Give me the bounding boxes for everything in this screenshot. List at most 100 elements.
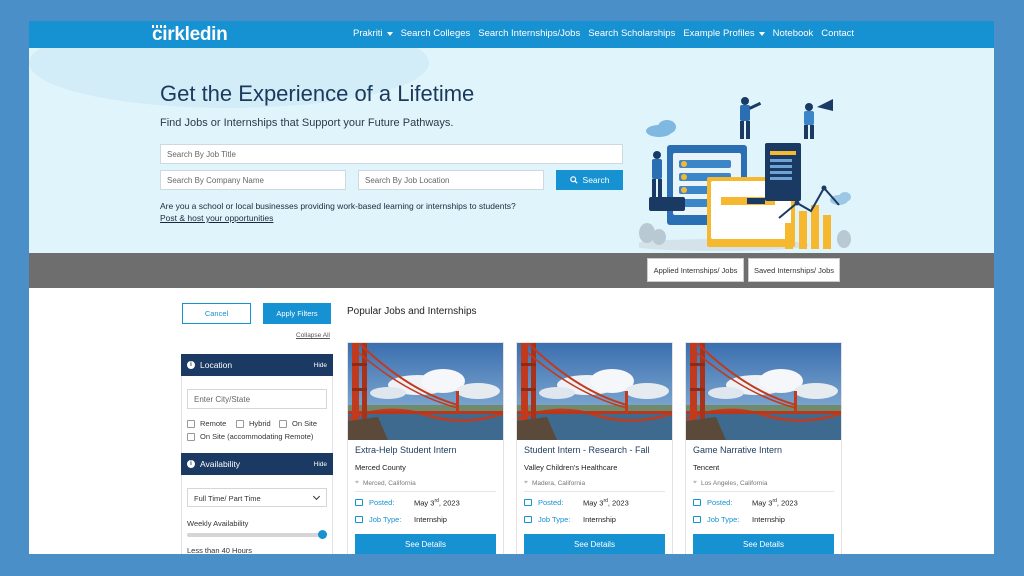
caret-down-icon — [386, 31, 393, 36]
posted-date: May 3rd, 2023 — [414, 498, 460, 508]
posted-label-text: Posted: — [707, 498, 733, 507]
nav-item-example-profiles[interactable]: Example Profiles — [683, 28, 765, 39]
checkbox-box — [187, 432, 195, 441]
nav-links: Prakriti Search Colleges Search Internsh… — [353, 28, 862, 39]
remote-checkbox[interactable]: Remote — [187, 419, 226, 428]
company-name: Valley Children's Healthcare — [524, 463, 618, 472]
job-type-value: Internship — [752, 515, 785, 524]
nav-label: Example Profiles — [683, 28, 755, 39]
nav-label: Search Scholarships — [588, 28, 676, 39]
availability-filter-header[interactable]: i Availability Hide — [181, 453, 333, 475]
nav-item-search-internships[interactable]: Search Internships/Jobs — [478, 28, 580, 39]
location-filter-header[interactable]: i Location Hide — [181, 354, 333, 376]
on-site-remote-checkbox[interactable]: On Site (accommodating Remote) — [187, 432, 313, 441]
posted-date-year: , 2023 — [776, 498, 798, 508]
info-icon: i — [187, 460, 195, 468]
slider-handle[interactable] — [318, 530, 327, 539]
job-type-label: Job Type: — [524, 515, 570, 524]
briefcase-icon — [524, 516, 532, 523]
saved-jobs-button[interactable]: Saved Internships/ Jobs — [748, 258, 840, 282]
job-type-label-text: Job Type: — [538, 515, 571, 524]
location-pin-icon: ⌖ — [693, 479, 697, 486]
availability-hide-toggle[interactable]: Hide — [314, 461, 327, 468]
hours-label: Less than 40 Hours — [187, 546, 253, 554]
job-location: ⌖ Merced, California — [355, 479, 416, 487]
job-title[interactable]: Extra-Help Student Intern — [355, 445, 457, 455]
posted-label: Posted: — [355, 498, 394, 507]
job-card[interactable]: Student Intern - Research - Fall Valley … — [516, 342, 673, 554]
post-opportunities-link[interactable]: Post & host your opportunities — [160, 213, 273, 223]
city-state-input[interactable]: Enter City/State — [187, 389, 327, 409]
job-card[interactable]: Extra-Help Student Intern Merced County … — [347, 342, 504, 554]
info-icon: i — [187, 361, 195, 369]
action-bar: Applied Internships/ Jobs Saved Internsh… — [29, 253, 994, 288]
posted-label-text: Posted: — [369, 498, 395, 507]
hero-title: Get the Experience of a Lifetime — [160, 81, 475, 106]
nav-item-search-scholarships[interactable]: Search Scholarships — [588, 28, 675, 39]
logo[interactable]: cirkledin — [152, 24, 228, 46]
weekly-availability-slider[interactable] — [187, 533, 325, 537]
chevron-down-icon — [312, 492, 321, 501]
job-type-label: Job Type: — [355, 515, 401, 524]
see-details-button[interactable]: See Details — [524, 534, 665, 554]
weekly-availability-label: Weekly Availability — [187, 519, 249, 528]
company-search-input[interactable]: Search By Company Name — [160, 170, 346, 190]
location-search-input[interactable]: Search By Job Location — [358, 170, 544, 190]
job-type-label: Job Type: — [693, 515, 739, 524]
hero-illustration — [639, 97, 851, 251]
search-icon — [569, 176, 578, 184]
availability-filter-title: Availability — [200, 459, 241, 469]
job-card-photo — [686, 343, 841, 440]
posted-label: Posted: — [693, 498, 732, 507]
see-details-button[interactable]: See Details — [693, 534, 834, 554]
job-card[interactable]: Game Narrative Intern Tencent ⌖ Los Angel… — [685, 342, 842, 554]
nav-label: Search Colleges — [400, 28, 471, 39]
posted-date: May 3rd, 2023 — [752, 498, 798, 508]
cancel-button[interactable]: Cancel — [182, 303, 251, 324]
popular-section-title: Popular Jobs and Internships — [347, 306, 477, 317]
search-button-label: Search — [582, 175, 610, 185]
card-divider — [524, 491, 665, 492]
card-divider — [355, 491, 496, 492]
location-pin-icon: ⌖ — [355, 479, 359, 486]
location-filter-title: Location — [200, 360, 233, 370]
checkbox-label: Remote — [200, 419, 227, 428]
job-type-label-text: Job Type: — [369, 515, 402, 524]
apply-filters-button[interactable]: Apply Filters — [263, 303, 331, 324]
posted-date: May 3rd, 2023 — [583, 498, 629, 508]
briefcase-icon — [693, 516, 701, 523]
availability-select[interactable]: Full Time/ Part Time — [187, 488, 327, 507]
golden-gate-bridge-photo — [686, 343, 841, 440]
job-type-value: Internship — [414, 515, 447, 524]
golden-gate-bridge-photo — [517, 343, 672, 440]
nav-item-search-colleges[interactable]: Search Colleges — [401, 28, 471, 39]
job-title[interactable]: Game Narrative Intern — [693, 445, 782, 455]
golden-gate-bridge-photo — [348, 343, 503, 440]
checkbox-box — [187, 419, 195, 428]
applied-jobs-button[interactable]: Applied Internships/ Jobs — [647, 258, 744, 282]
collapse-all-link[interactable]: Collapse All — [296, 332, 330, 339]
nav-item-contact[interactable]: Contact — [821, 28, 854, 39]
location-hide-toggle[interactable]: Hide — [314, 362, 327, 369]
checkbox-label: Hybrid — [249, 419, 271, 428]
top-nav: cirkledin Prakriti Search Colleges Searc… — [29, 21, 994, 48]
job-title-search-input[interactable]: Search By Job Title — [160, 144, 623, 164]
nav-item-prakriti[interactable]: Prakriti — [353, 28, 393, 39]
see-details-button[interactable]: See Details — [355, 534, 496, 554]
posted-date-year: , 2023 — [607, 498, 629, 508]
job-title[interactable]: Student Intern - Research - Fall — [524, 445, 650, 455]
calendar-icon — [693, 499, 701, 506]
briefcase-icon — [355, 516, 363, 523]
checkbox-label: On Site — [292, 419, 318, 428]
search-button[interactable]: Search — [556, 170, 623, 190]
job-type-label-text: Job Type: — [707, 515, 740, 524]
hybrid-checkbox[interactable]: Hybrid — [236, 419, 271, 428]
job-card-photo — [348, 343, 503, 440]
availability-selected-value: Full Time/ Part Time — [194, 494, 261, 503]
checkbox-box — [236, 419, 244, 428]
job-location: ⌖ Madera, California — [524, 479, 585, 487]
on-site-checkbox[interactable]: On Site — [279, 419, 317, 428]
posted-date-main: May 3 — [414, 498, 435, 508]
nav-item-notebook[interactable]: Notebook — [773, 28, 814, 39]
location-text: Madera, California — [531, 479, 586, 487]
